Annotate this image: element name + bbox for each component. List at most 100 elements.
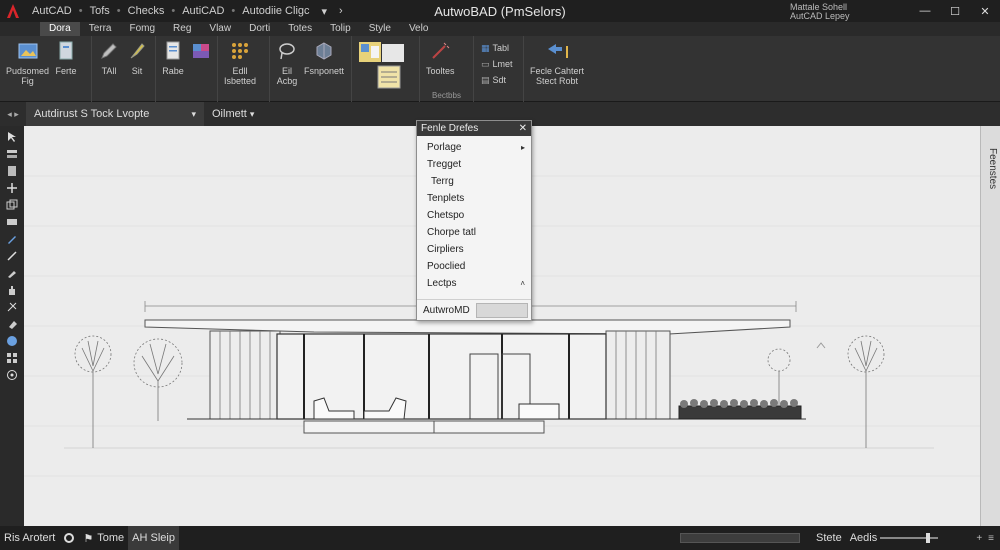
chevron-down-icon[interactable]: ▾ <box>316 5 334 18</box>
pen-icon[interactable] <box>2 230 22 247</box>
minimize-button[interactable]: — <box>910 0 940 22</box>
grid-icon[interactable] <box>2 349 22 366</box>
settings-icon[interactable] <box>59 526 79 550</box>
quick-access-item[interactable]: AutiCAD <box>176 5 230 17</box>
globe-icon[interactable] <box>2 332 22 349</box>
status-item[interactable]: ⚑ Tome <box>79 526 128 550</box>
menu-item[interactable]: Terrg <box>417 173 531 190</box>
line-icon[interactable] <box>2 247 22 264</box>
hand-icon[interactable] <box>2 281 22 298</box>
ribbon-tool-label: Pudsomed <box>6 66 50 76</box>
document-tab-label: Oilmett <box>212 108 247 120</box>
quick-access-item[interactable]: AutCAD <box>26 5 78 17</box>
ribbon-tool[interactable]: Sit <box>126 40 148 76</box>
plus-icon[interactable]: + <box>976 533 982 544</box>
ribbon-small-label: Sdt <box>492 75 507 85</box>
maximize-button[interactable]: ☐ <box>940 0 970 22</box>
ribbon-group-annotation: Tooltes Bectbbs <box>420 36 474 102</box>
menu-footer-input[interactable] <box>475 302 528 318</box>
chevron-right-icon[interactable]: › <box>333 5 349 17</box>
cube-icon <box>313 40 335 62</box>
ribbon-tool[interactable] <box>190 40 212 66</box>
folder-arrow-icon <box>546 40 569 62</box>
trim-icon[interactable] <box>2 298 22 315</box>
ribbon-tab-bar: Dora Terra Fomg Reg Vlaw Dorti Totes Tol… <box>0 22 1000 36</box>
menu-item[interactable]: Tregget <box>417 156 531 173</box>
ribbon-tab[interactable]: Vlaw <box>200 22 240 36</box>
menu-icon[interactable]: ≡ <box>988 533 994 544</box>
menu-item[interactable]: Chetspo <box>417 207 531 224</box>
left-toolbar <box>0 126 24 526</box>
eraser-icon[interactable] <box>2 315 22 332</box>
menu-item[interactable]: Tenplets <box>417 190 531 207</box>
table-icon: ▦ <box>481 43 490 53</box>
ribbon-tool-label: Isbetted <box>224 76 257 86</box>
ribbon-tool-label: Fsnponett <box>304 66 345 76</box>
ribbon-tab[interactable]: Terra <box>80 22 121 36</box>
layers-icon[interactable] <box>2 145 22 162</box>
status-label[interactable]: Stete <box>812 532 846 544</box>
ribbon-tool[interactable]: Pudsomed Fig <box>6 40 49 86</box>
chevron-down-icon[interactable]: ▾ <box>250 109 255 119</box>
menu-item[interactable]: Pooclied <box>417 258 531 275</box>
pencil-icon <box>98 40 120 62</box>
title-bar: AutCAD • Tofs • Checks • AutiCAD • Autod… <box>0 0 1000 22</box>
orbit-icon[interactable] <box>2 366 22 383</box>
menu-item[interactable]: Cirpliers <box>417 241 531 258</box>
user-info[interactable]: Mattale Sohell AutCAD Lepey <box>790 3 850 21</box>
ribbon-tab[interactable]: Tolip <box>321 22 360 36</box>
ribbon-tab[interactable]: Dora <box>40 22 80 36</box>
quick-access-toolbar: AutCAD • Tofs • Checks • AutiCAD • Autod… <box>26 5 349 18</box>
tree <box>74 335 112 448</box>
menu-item-label: Chorpe tatl <box>427 227 476 238</box>
status-label[interactable]: Aedis <box>846 532 882 544</box>
menu-item[interactable]: Porlage ▸ <box>417 139 531 156</box>
brush-icon[interactable] <box>2 264 22 281</box>
ribbon-tab[interactable]: Reg <box>164 22 200 36</box>
ribbon-tab[interactable]: Style <box>360 22 400 36</box>
close-icon[interactable]: ✕ <box>519 121 527 136</box>
ribbon-tool[interactable]: Tooltes <box>426 40 455 76</box>
ribbon-tool[interactable]: Ferte <box>55 40 77 76</box>
ribbon-tab[interactable]: Fomg <box>120 22 164 36</box>
select-arrow-icon[interactable] <box>2 128 22 145</box>
app-logo-icon[interactable] <box>0 0 26 22</box>
menu-item[interactable]: Chorpe tatl <box>417 224 531 241</box>
ribbon-tool-label: Acbg <box>276 76 298 86</box>
close-button[interactable]: ✕ <box>970 0 1000 22</box>
document-icon <box>55 40 77 62</box>
ribbon-tool[interactable]: Fsnponett <box>304 40 344 76</box>
properties-panel-strip[interactable]: Feenstes <box>980 126 1000 526</box>
image-icon <box>17 40 39 62</box>
ribbon-tab[interactable]: Dorti <box>240 22 279 36</box>
document-tab-active[interactable]: Autdirust S Tock Lvopte ▾ <box>26 102 204 126</box>
menu-item-label: Porlage <box>427 142 462 153</box>
ribbon-small-tool[interactable]: ▤ Sdt <box>481 72 513 88</box>
menu-item[interactable]: Lectps ˄ <box>417 275 531 292</box>
move-icon[interactable] <box>2 179 22 196</box>
ribbon-tool[interactable]: Rabe <box>162 40 184 76</box>
stack-icon[interactable] <box>2 162 22 179</box>
ribbon-small-tool[interactable]: ▭ Lmet <box>481 56 513 72</box>
chevron-down-icon[interactable]: ▾ <box>191 102 196 126</box>
ribbon-tab[interactable]: Velo <box>400 22 437 36</box>
rectangle-icon[interactable] <box>2 213 22 230</box>
copy-icon[interactable] <box>2 196 22 213</box>
ribbon-tool[interactable]: Eil Acbg <box>276 40 298 86</box>
ribbon-tool[interactable]: TAll <box>98 40 120 76</box>
document-tab[interactable]: Oilmett ▾ <box>204 102 264 126</box>
quick-access-item[interactable]: Checks <box>122 5 171 17</box>
quick-access-item[interactable]: Tofs <box>84 5 116 17</box>
ribbon-tool[interactable] <box>358 40 408 94</box>
ribbon-tool[interactable]: Fecle Cahtert Stect Robt <box>530 40 584 86</box>
ribbon-small-tool[interactable]: ▦ Tabl <box>481 40 513 56</box>
ribbon-tool[interactable]: Edll Isbetted <box>224 40 256 86</box>
quick-access-item[interactable]: Autodiie Cligc <box>236 5 315 17</box>
ribbon-tab[interactable]: Totes <box>279 22 321 36</box>
layout-menu-icon[interactable]: ◂ ▸ <box>0 109 26 120</box>
status-bar: Ris Arotert ⚑ Tome AH Sleip Stete Aedis +… <box>0 526 1000 550</box>
zoom-slider-thumb[interactable] <box>926 533 930 543</box>
ribbon-small-label: Lmet <box>492 59 513 69</box>
status-item[interactable]: Ris Arotert <box>0 526 59 550</box>
status-item[interactable]: AH Sleip <box>128 526 179 550</box>
